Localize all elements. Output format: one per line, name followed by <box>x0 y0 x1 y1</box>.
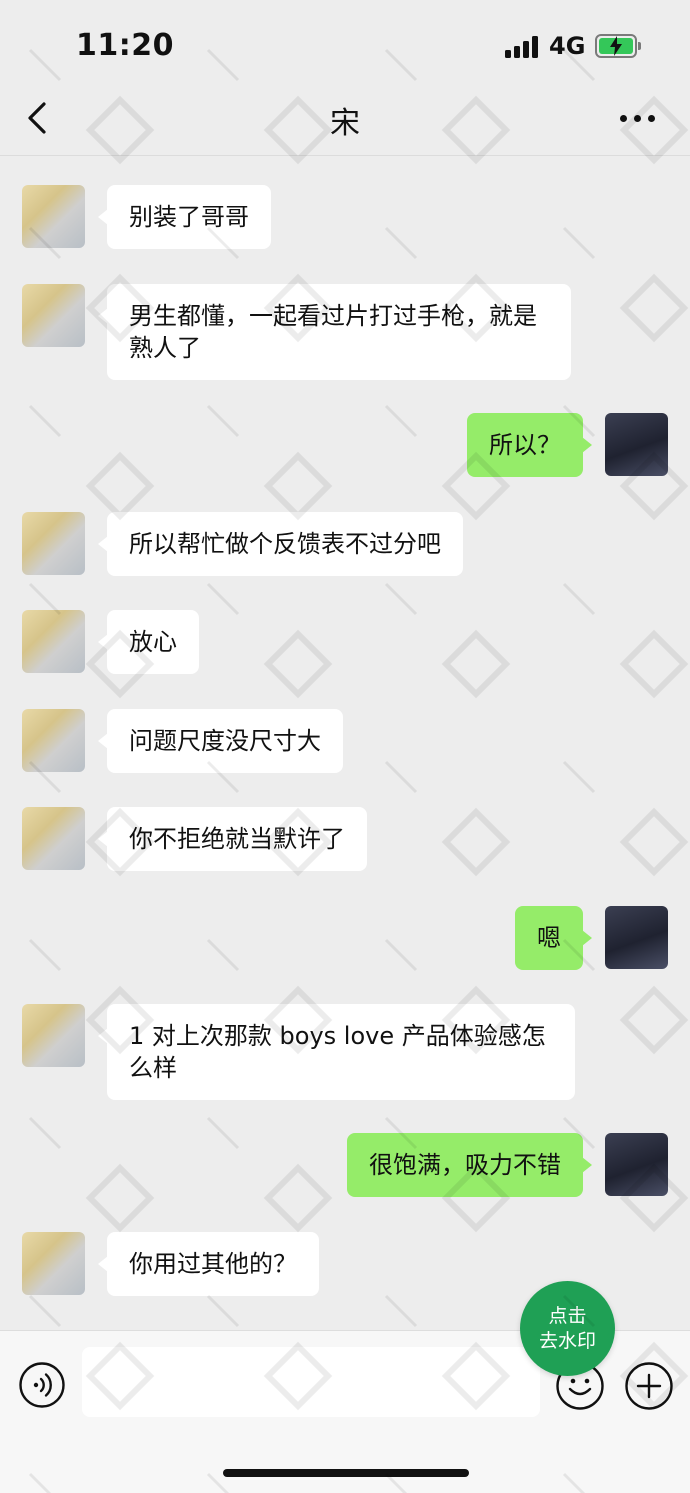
remove-watermark-button[interactable]: 点击 去水印 <box>520 1281 615 1376</box>
message-input[interactable] <box>82 1347 540 1417</box>
message-bubble[interactable]: 别装了哥哥 <box>98 185 271 249</box>
contact-avatar[interactable] <box>22 512 85 575</box>
message-bubble[interactable]: 你用过其他的？ <box>98 1232 319 1296</box>
message-bubble[interactable]: 所以？ <box>467 413 592 477</box>
contact-avatar[interactable] <box>22 709 85 772</box>
contact-avatar[interactable] <box>22 807 85 870</box>
voice-icon[interactable] <box>18 1361 66 1409</box>
my-avatar[interactable] <box>605 906 668 969</box>
plus-circle-icon[interactable] <box>624 1361 674 1411</box>
message-bubble[interactable]: 嗯 <box>515 906 592 970</box>
my-avatar[interactable] <box>605 413 668 476</box>
message-bubble[interactable]: 很饱满，吸力不错 <box>347 1133 592 1197</box>
message-bubble[interactable]: 1 对上次那款 boys love 产品体验感怎么样 <box>98 1004 575 1100</box>
contact-avatar[interactable] <box>22 1232 85 1295</box>
message-bubble[interactable]: 所以帮忙做个反馈表不过分吧 <box>98 512 463 576</box>
my-avatar[interactable] <box>605 1133 668 1196</box>
chat-header: 宋 <box>0 90 690 156</box>
message-bubble[interactable]: 你不拒绝就当默许了 <box>98 807 367 871</box>
battery-icon <box>595 34 641 58</box>
signal-icon <box>505 36 541 58</box>
message-bubble[interactable]: 放心 <box>98 610 199 674</box>
remove-watermark-line2: 去水印 <box>538 1329 596 1352</box>
network-type: 4G <box>549 32 586 60</box>
ellipsis-icon[interactable] <box>618 104 658 134</box>
remove-watermark-line1: 点击 <box>548 1304 587 1327</box>
chat-title: 宋 <box>330 106 360 141</box>
home-indicator[interactable] <box>223 1469 469 1477</box>
message-bubble[interactable]: 男生都懂，一起看过片打过手枪，就是熟人了 <box>98 284 571 380</box>
status-bar: 11:20 4G <box>0 0 690 90</box>
message-list[interactable]: 别装了哥哥 男生都懂，一起看过片打过手枪，就是熟人了 所以？ 所以帮忙做个反馈表… <box>0 157 690 1327</box>
contact-avatar[interactable] <box>22 284 85 347</box>
contact-avatar[interactable] <box>22 1004 85 1067</box>
message-bubble[interactable]: 问题尺度没尺寸大 <box>98 709 343 773</box>
contact-avatar[interactable] <box>22 185 85 248</box>
contact-avatar[interactable] <box>22 610 85 673</box>
status-time: 11:20 <box>76 28 174 63</box>
